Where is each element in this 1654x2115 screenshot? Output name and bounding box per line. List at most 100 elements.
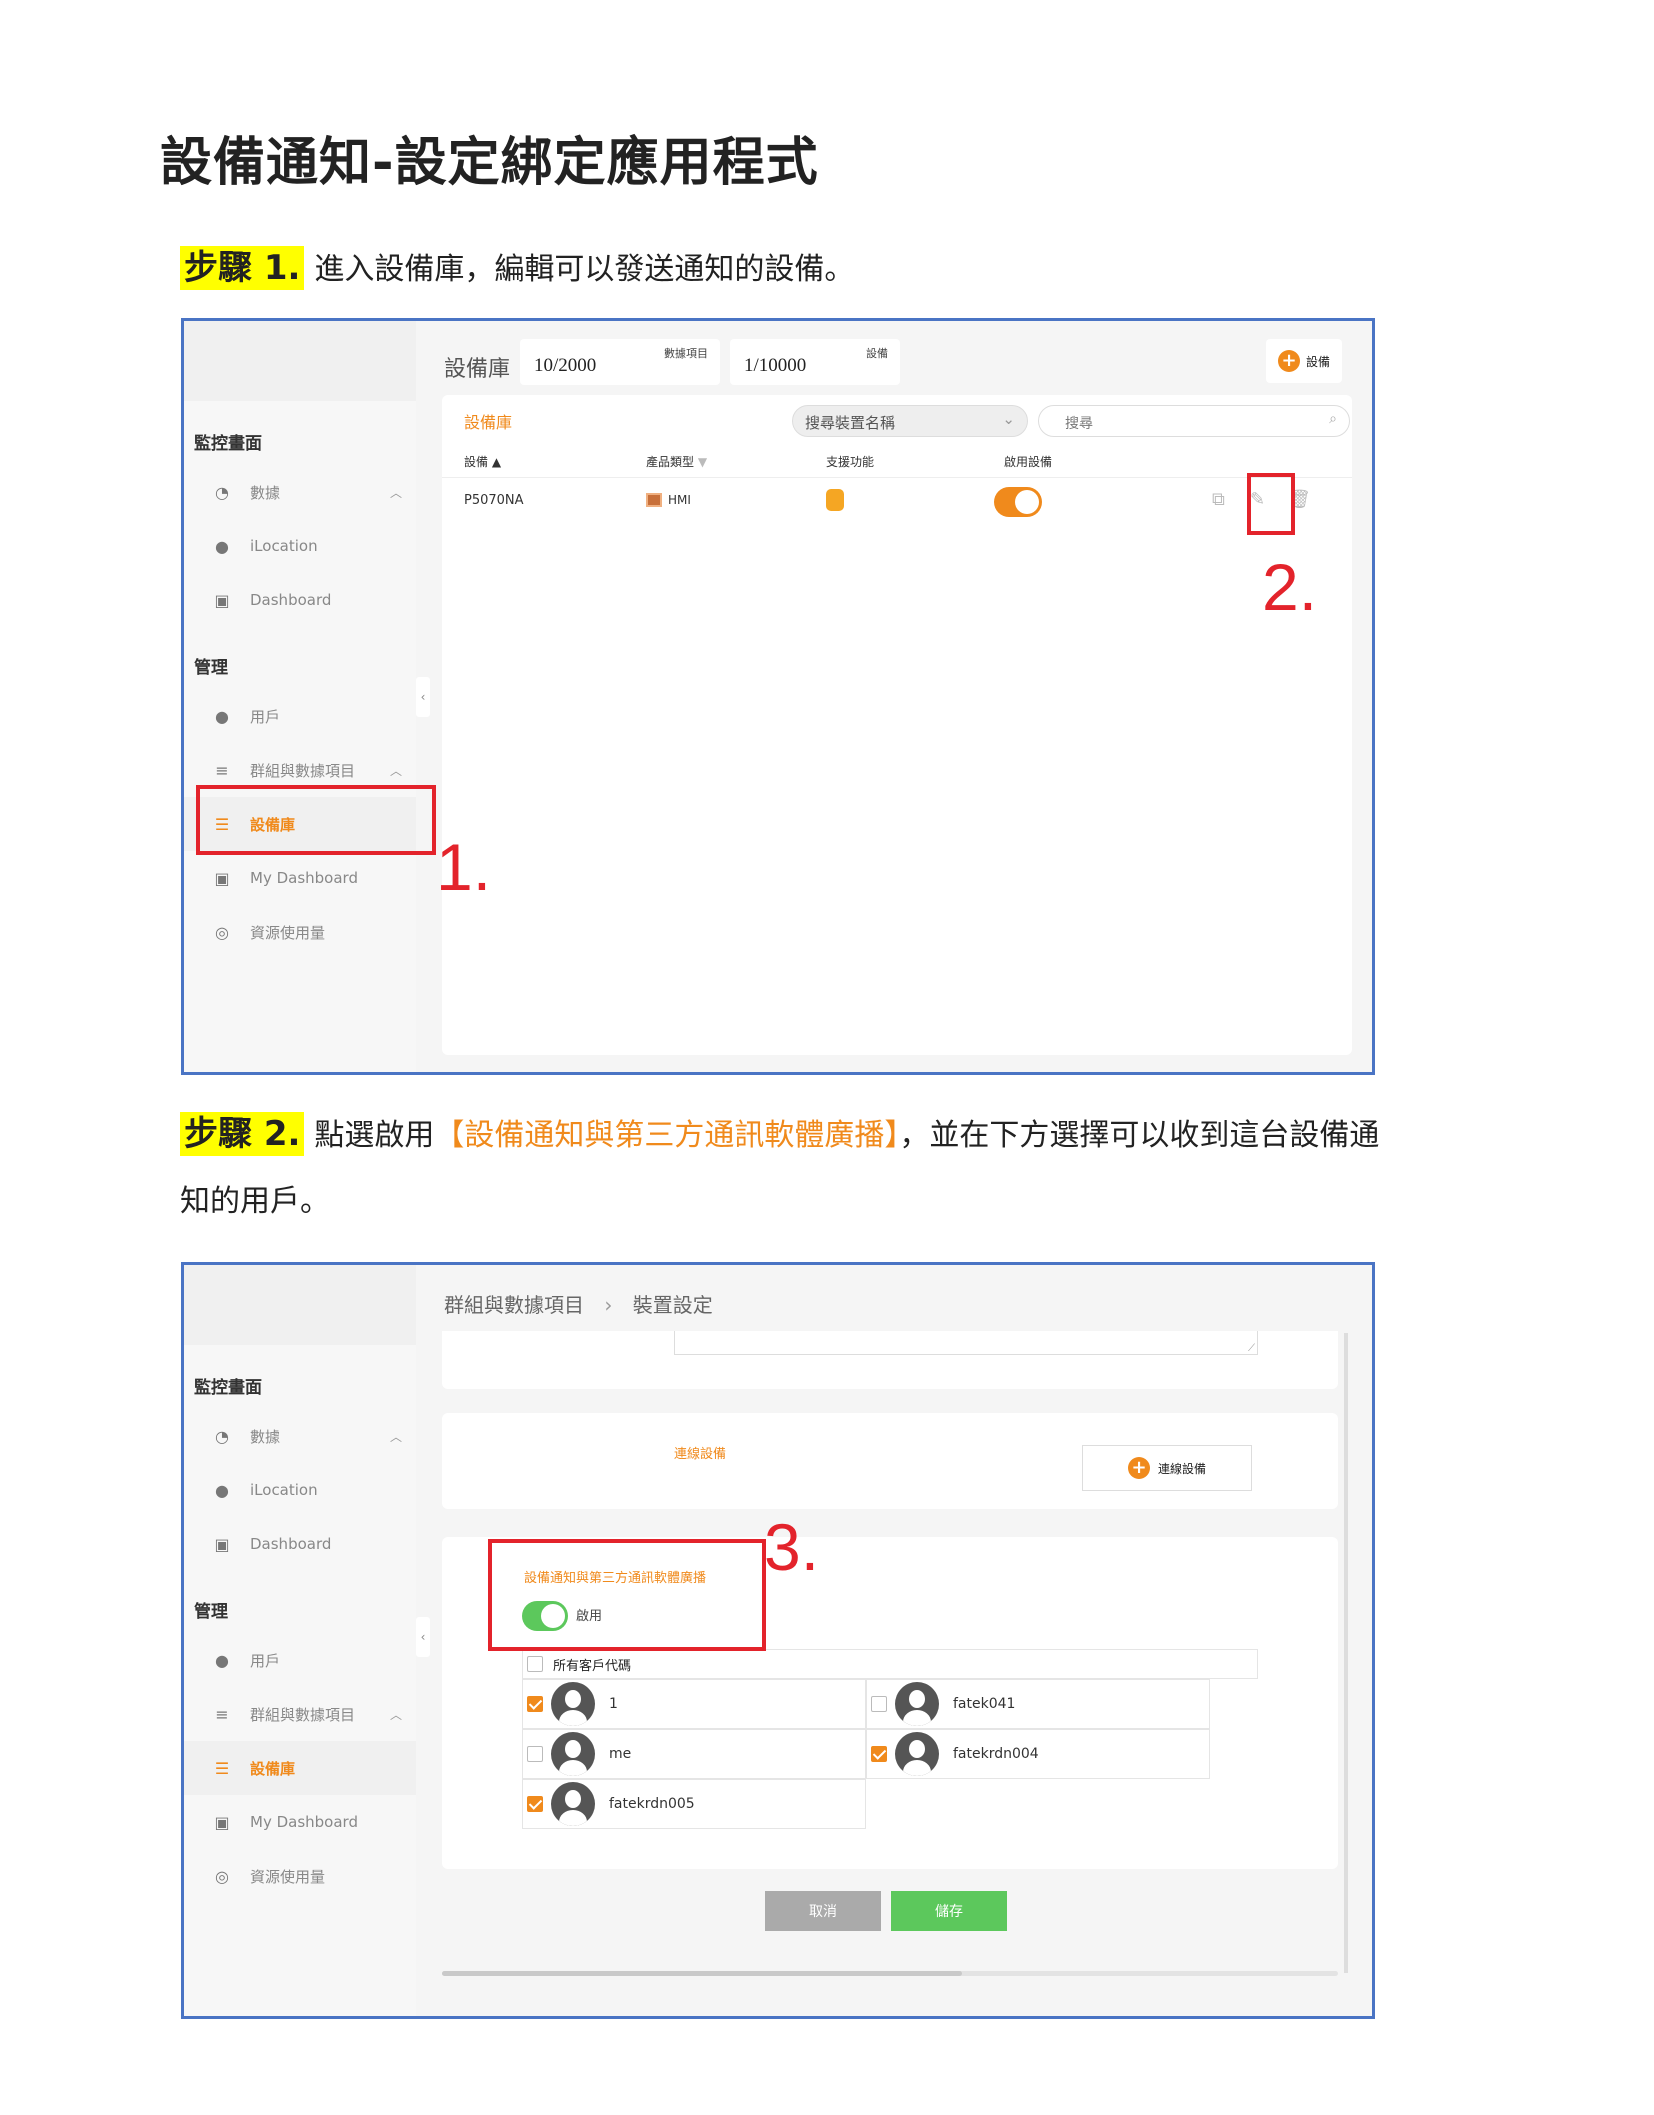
- product-type-value: HMI: [668, 493, 691, 507]
- sidebar-item-label: 用戶: [250, 1651, 281, 1670]
- chevron-down-icon: ⌄: [1002, 410, 1015, 428]
- hmi-icon: [646, 493, 662, 507]
- user-option-fatekrdn005[interactable]: fatekrdn005: [522, 1779, 866, 1829]
- all-codes-checkbox[interactable]: [527, 1656, 543, 1672]
- column-product-type[interactable]: 產品類型 ▼: [646, 453, 707, 470]
- column-device[interactable]: 設備 ▲: [464, 453, 501, 470]
- tab-device-library[interactable]: 設備庫: [464, 409, 512, 433]
- connect-device-button[interactable]: + 連線設備: [1082, 1445, 1252, 1491]
- search-placeholder: 搜尋: [1065, 416, 1093, 432]
- sidebar-collapse-toggle[interactable]: ‹: [416, 1617, 430, 1657]
- sidebar-item-device-library[interactable]: ☰ 設備庫: [184, 1741, 416, 1795]
- sidebar-item-label: Dashboard: [250, 1535, 332, 1553]
- search-icon[interactable]: ⌕: [1329, 411, 1337, 427]
- description-textarea[interactable]: ⟋: [674, 1331, 1258, 1355]
- sidebar-item-my-dashboard[interactable]: ▣ My Dashboard: [184, 851, 416, 905]
- user-checkbox[interactable]: [871, 1746, 887, 1762]
- step2-tag: 步驟 2.: [180, 1112, 305, 1156]
- add-device-label: 設備: [1305, 354, 1330, 369]
- add-device-button[interactable]: + 設備: [1266, 339, 1342, 383]
- highlight-edit-button: [1247, 473, 1295, 535]
- sidebar-item-groups[interactable]: ≡ 群組與數據項目 ︿: [184, 1687, 416, 1741]
- sort-up-icon: ▲: [491, 455, 502, 469]
- copy-icon[interactable]: ⧉: [1212, 489, 1225, 510]
- document-title: 設備通知-設定綁定應用程式: [160, 133, 819, 193]
- sidebar-item-label: 資源使用量: [250, 1867, 326, 1886]
- user-option-fatekrdn004[interactable]: fatekrdn004: [866, 1729, 1210, 1779]
- plus-icon: +: [1127, 1457, 1150, 1479]
- user-icon: ●: [215, 706, 229, 726]
- chevron-up-icon[interactable]: ︿: [390, 1428, 402, 1445]
- chevron-up-icon[interactable]: ︿: [390, 484, 402, 501]
- all-codes-row[interactable]: 所有客戶代碼: [522, 1649, 1258, 1679]
- user-checkbox[interactable]: [527, 1796, 543, 1812]
- chevron-up-icon[interactable]: ︿: [390, 1706, 402, 1723]
- sidebar-item-users[interactable]: ● 用戶: [184, 1633, 416, 1687]
- user-option-1[interactable]: 1: [522, 1679, 866, 1729]
- sidebar: 監控畫面 ◔ 數據 ︿ ● iLocation ▣ Dashboard 管理 ● 用戶 ≡…: [184, 321, 416, 1072]
- sidebar-item-data[interactable]: ◔ 數據 ︿: [184, 465, 416, 519]
- sidebar-item-users[interactable]: ● 用戶: [184, 689, 416, 743]
- avatar: [551, 1732, 595, 1776]
- sidebar-item-data[interactable]: ◔ 數據 ︿: [184, 1409, 416, 1463]
- user-name: fatek041: [953, 1696, 1016, 1712]
- enable-device-toggle[interactable]: [994, 487, 1042, 517]
- stat-devices: 1/10000 設備: [730, 339, 900, 385]
- sidebar-item-resource-usage[interactable]: ◎ 資源使用量: [184, 905, 416, 959]
- database-icon: [826, 489, 844, 511]
- sidebar-item-ilocation[interactable]: ● iLocation: [184, 519, 416, 573]
- sidebar-item-dashboard[interactable]: ▣ Dashboard: [184, 573, 416, 627]
- horizontal-scrollbar[interactable]: [442, 1971, 1338, 1976]
- highlight-notification-toggle: [488, 1539, 766, 1651]
- sidebar-item-label: iLocation: [250, 1481, 318, 1499]
- resize-handle-icon[interactable]: ⟋: [1248, 1343, 1255, 1354]
- sidebar-item-my-dashboard[interactable]: ▣ My Dashboard: [184, 1795, 416, 1849]
- connect-device-button-label: 連線設備: [1157, 1461, 1206, 1476]
- stat-data-items-label: 數據項目: [664, 347, 708, 360]
- user-option-me[interactable]: me: [522, 1729, 866, 1779]
- user-checkbox[interactable]: [527, 1696, 543, 1712]
- sidebar-item-ilocation[interactable]: ● iLocation: [184, 1463, 416, 1517]
- step1-line: 步驟 1. 進入設備庫，編輯可以發送通知的設備。: [180, 246, 854, 292]
- sidebar-item-dashboard[interactable]: ▣ Dashboard: [184, 1517, 416, 1571]
- sidebar: 監控畫面 ◔ 數據 ︿ ● iLocation ▣ Dashboard 管理 ● 用戶 ≡…: [184, 1265, 416, 2016]
- user-checkbox[interactable]: [871, 1696, 887, 1712]
- user-checkbox[interactable]: [527, 1746, 543, 1762]
- sidebar-collapse-toggle[interactable]: ‹: [416, 677, 430, 717]
- cancel-button[interactable]: 取消: [765, 1891, 881, 1931]
- stat-devices-value: 1/10000: [744, 355, 807, 376]
- dashboard-gauge-icon: ◔: [215, 482, 229, 502]
- chevron-up-icon[interactable]: ︿: [390, 762, 402, 779]
- connect-device-label: 連線設備: [674, 1447, 727, 1462]
- my-dashboard-icon: ▣: [214, 1812, 230, 1832]
- breadcrumb: 群組與數據項目 › 裝置設定: [444, 1289, 713, 1318]
- search-input[interactable]: 搜尋 ⌕: [1038, 405, 1350, 437]
- device-list-icon: ☰: [214, 1758, 230, 1778]
- device-table-card: 設備庫 搜尋裝置名稱 ⌄ 搜尋 ⌕ 設備 ▲ 產品類型 ▼ 支援功能 啟用設備 …: [442, 395, 1352, 1055]
- user-name: fatekrdn005: [609, 1796, 695, 1812]
- highlight-device-library: [196, 785, 436, 855]
- vertical-scrollbar[interactable]: [1344, 1333, 1348, 1973]
- location-pin-icon: ●: [215, 1480, 229, 1500]
- column-label: 產品類型: [646, 455, 695, 469]
- sidebar-section-manage: 管理: [194, 658, 228, 678]
- sidebar-item-label: 用戶: [250, 707, 281, 726]
- connect-device-card: 連線設備 + 連線設備: [442, 1413, 1338, 1509]
- avatar: [551, 1782, 595, 1826]
- save-button[interactable]: 儲存: [891, 1891, 1007, 1931]
- device-name-cell: P5070NA: [464, 493, 524, 508]
- breadcrumb-parent[interactable]: 群組與數據項目: [444, 1293, 584, 1317]
- marker-step-2: 2.: [1262, 550, 1318, 624]
- sidebar-section-monitor: 監控畫面: [194, 1378, 262, 1398]
- user-option-fatek041[interactable]: fatek041: [866, 1679, 1210, 1729]
- avatar: [551, 1682, 595, 1726]
- sidebar-item-label: My Dashboard: [250, 1813, 358, 1831]
- avatar: [895, 1732, 939, 1776]
- step1-text: 進入設備庫，編輯可以發送通知的設備。: [314, 252, 855, 287]
- screenshot-device-settings: 監控畫面 ◔ 數據 ︿ ● iLocation ▣ Dashboard 管理 ● 用戶 ≡…: [181, 1262, 1375, 2019]
- sidebar-item-label: Dashboard: [250, 591, 332, 609]
- search-type-select[interactable]: 搜尋裝置名稱 ⌄: [792, 405, 1028, 437]
- all-codes-label: 所有客戶代碼: [553, 1658, 632, 1674]
- sidebar-item-resource-usage[interactable]: ◎ 資源使用量: [184, 1849, 416, 1903]
- breadcrumb-separator-icon: ›: [604, 1293, 613, 1317]
